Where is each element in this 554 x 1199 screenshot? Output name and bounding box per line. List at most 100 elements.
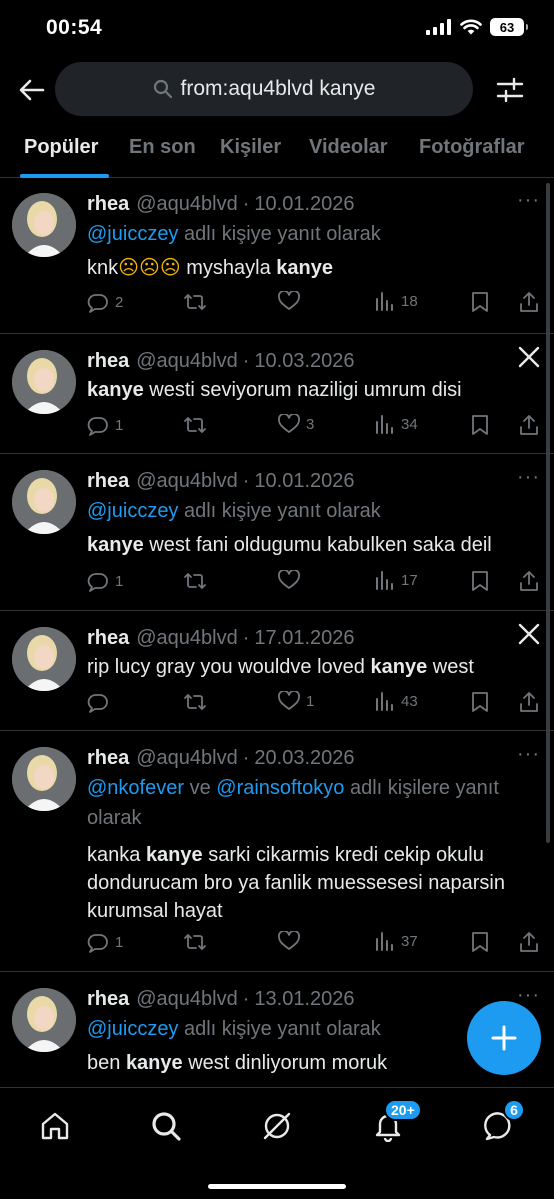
author-handle[interactable]: @aqu4blvd [136, 350, 237, 373]
views-button[interactable]: 37 [375, 931, 418, 951]
reply-button[interactable]: 2 [87, 291, 123, 313]
like-button[interactable]: 3 [278, 414, 314, 434]
heart-icon [278, 931, 300, 950]
tweet[interactable]: rhea @aqu4blvd · 10.03.2026 kanye westi sev… [0, 334, 554, 454]
more-options-icon[interactable]: ··· [517, 984, 540, 1007]
nav-search[interactable] [146, 1106, 186, 1146]
reply-count: 2 [115, 293, 124, 311]
share-button[interactable] [519, 291, 539, 313]
reply-mention[interactable]: @juicczey [87, 223, 178, 245]
back-button[interactable] [16, 74, 48, 106]
like-button[interactable] [278, 570, 306, 590]
reply-and: ve [184, 777, 217, 799]
scrollbar[interactable] [546, 183, 550, 843]
reply-button[interactable]: 1 [87, 414, 123, 436]
search-tabs: Popüler En son Kişiler Videolar Fotoğraf… [0, 124, 554, 178]
tab-popular[interactable]: Popüler [24, 136, 98, 159]
compose-button[interactable] [467, 1001, 541, 1075]
avatar[interactable] [12, 193, 76, 257]
more-options-icon[interactable]: ··· [517, 743, 540, 766]
heart-icon [278, 291, 300, 310]
more-options-icon[interactable]: ··· [517, 189, 540, 212]
x-logo-icon [518, 346, 540, 373]
tweet-date[interactable]: 13.01.2026 [254, 988, 354, 1011]
retweet-button[interactable] [183, 570, 213, 592]
views-button[interactable]: 34 [375, 414, 418, 434]
avatar[interactable] [12, 988, 76, 1052]
tweet[interactable]: rhea @aqu4blvd · 10.01.2026 @juicczey adlı … [0, 454, 554, 611]
like-button[interactable] [278, 291, 306, 311]
like-button[interactable]: 1 [278, 691, 314, 711]
share-button[interactable] [519, 931, 539, 953]
avatar[interactable] [12, 350, 76, 414]
like-button[interactable] [278, 931, 306, 951]
retweet-button[interactable] [183, 414, 213, 436]
tweet-date[interactable]: 10.01.2026 [254, 470, 354, 493]
reply-suffix: adlı kişiye yanıt olarak [178, 1018, 381, 1040]
retweet-button[interactable] [183, 691, 213, 713]
bookmark-button[interactable] [471, 414, 489, 436]
author-handle[interactable]: @aqu4blvd [136, 193, 237, 216]
tweet-date[interactable]: 10.01.2026 [254, 193, 354, 216]
tweet-text: sarki cikarmis kredi cekip okulu [202, 844, 484, 866]
author-name[interactable]: rhea [87, 193, 129, 216]
tab-videos[interactable]: Videolar [309, 136, 388, 159]
bookmark-button[interactable] [471, 691, 489, 713]
avatar[interactable] [12, 470, 76, 534]
bookmark-icon [472, 571, 488, 591]
search-input[interactable]: from:aqu4blvd kanye [55, 62, 473, 116]
share-button[interactable] [519, 414, 539, 436]
search-icon [153, 79, 172, 99]
separator: · [242, 746, 250, 769]
tweet-date[interactable]: 20.03.2026 [254, 747, 354, 770]
tweet[interactable]: rhea @aqu4blvd · 20.03.2026 @nkofever ve @r… [0, 731, 554, 972]
reply-mention[interactable]: @nkofever [87, 777, 184, 799]
tweet-text: west [427, 656, 474, 678]
sliders-icon [496, 77, 524, 103]
tweet-text: westi seviyorum naziligi umrum disi [143, 379, 462, 401]
bookmark-button[interactable] [471, 570, 489, 592]
share-button[interactable] [519, 691, 539, 713]
avatar[interactable] [12, 627, 76, 691]
reply-button[interactable]: 1 [87, 931, 123, 953]
views-button[interactable]: 17 [375, 570, 418, 590]
bookmark-button[interactable] [471, 931, 489, 953]
reply-suffix: adlı kişiye yanıt olarak [178, 223, 381, 245]
reply-mention[interactable]: @juicczey [87, 1018, 178, 1040]
reply-button[interactable]: 1 [87, 570, 123, 592]
author-name[interactable]: rhea [87, 988, 129, 1011]
tweet-date[interactable]: 10.03.2026 [254, 350, 354, 373]
bookmark-button[interactable] [471, 291, 489, 313]
reply-button[interactable] [87, 691, 115, 713]
avatar[interactable] [12, 747, 76, 811]
reply-mention[interactable]: @juicczey [87, 500, 178, 522]
author-handle[interactable]: @aqu4blvd [136, 988, 237, 1011]
author-name[interactable]: rhea [87, 470, 129, 493]
views-icon [376, 292, 393, 311]
author-name[interactable]: rhea [87, 350, 129, 373]
retweet-button[interactable] [183, 931, 213, 953]
nav-grok[interactable] [257, 1106, 297, 1146]
retweet-button[interactable] [183, 291, 213, 313]
tweet-date[interactable]: 17.01.2026 [254, 627, 354, 650]
author-handle[interactable]: @aqu4blvd [136, 470, 237, 493]
reply-mention[interactable]: @rainsoftokyo [216, 777, 344, 799]
author-handle[interactable]: @aqu4blvd [136, 747, 237, 770]
share-button[interactable] [519, 570, 539, 592]
tab-photos[interactable]: Fotoğraflar [419, 136, 525, 159]
reply-icon [87, 934, 108, 953]
filter-button[interactable] [494, 74, 526, 106]
view-count: 34 [401, 415, 418, 433]
view-count: 17 [401, 571, 418, 589]
views-button[interactable]: 43 [375, 691, 418, 711]
tab-people[interactable]: Kişiler [220, 136, 281, 159]
tweet[interactable]: rhea @aqu4blvd · 17.01.2026 rip lucy gray y… [0, 611, 554, 731]
author-handle[interactable]: @aqu4blvd [136, 627, 237, 650]
author-name[interactable]: rhea [87, 747, 129, 770]
tweet[interactable]: rhea @aqu4blvd · 10.01.2026 @juicczey adlı … [0, 179, 554, 334]
author-name[interactable]: rhea [87, 627, 129, 650]
views-button[interactable]: 18 [375, 291, 418, 311]
nav-home[interactable] [35, 1106, 75, 1146]
tab-latest[interactable]: En son [129, 136, 196, 159]
more-options-icon[interactable]: ··· [517, 466, 540, 489]
